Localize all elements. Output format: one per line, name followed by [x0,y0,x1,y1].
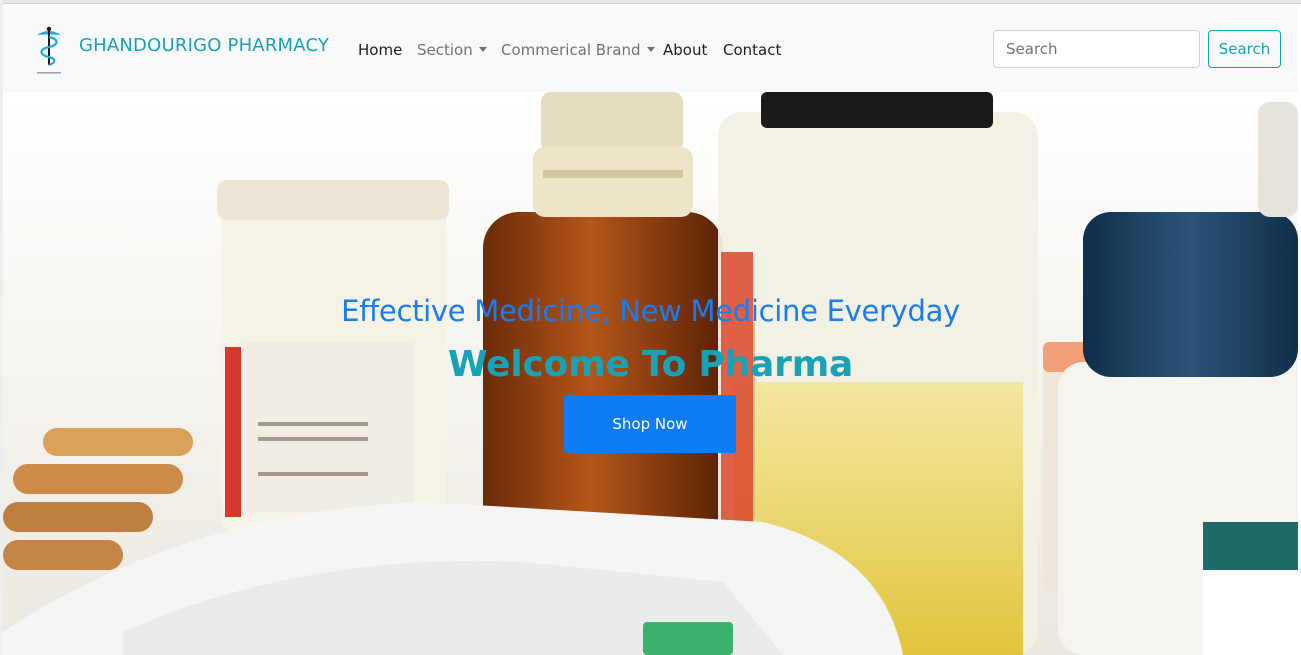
nav-commercial-brand-dropdown[interactable]: Commerical Brand [501,41,655,59]
caret-down-icon [478,47,487,52]
browser-frame-top [0,0,1301,4]
shop-now-button[interactable]: Shop Now [564,395,736,453]
caret-down-icon [646,47,655,52]
brand-name[interactable]: GHANDOURIGO PHARMACY [79,35,329,56]
nav-section-dropdown[interactable]: Section [417,41,487,59]
hero-banner: Effective Medicine, New Medicine Everyda… [3,92,1298,655]
nav-contact[interactable]: Contact [723,41,781,59]
nav-about[interactable]: About [663,41,707,59]
hero-subtitle: Effective Medicine, New Medicine Everyda… [341,294,960,328]
nav-home[interactable]: Home [358,41,402,59]
search-button[interactable]: Search [1208,30,1281,68]
nav-commercial-brand-label: Commerical Brand [501,41,641,59]
caduceus-icon[interactable] [33,25,65,77]
search-input[interactable] [993,30,1200,68]
navbar: GHANDOURIGO PHARMACY Home Section Commer… [3,5,1298,92]
hero-title: Welcome To Pharma [447,344,854,385]
nav-section-label: Section [417,41,473,59]
